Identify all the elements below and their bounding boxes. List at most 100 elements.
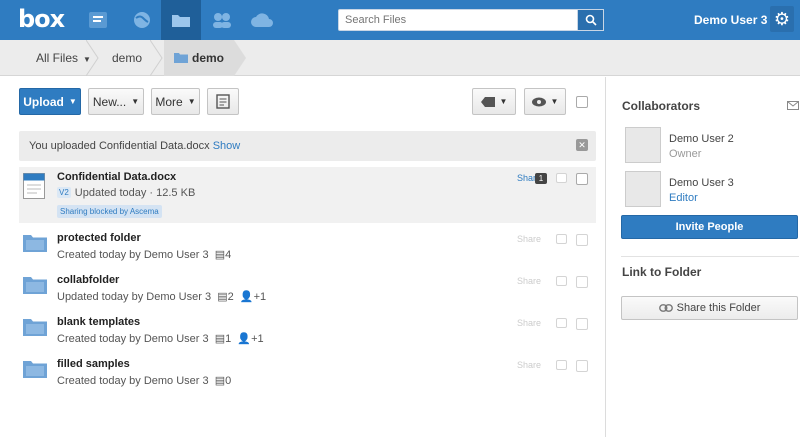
collaborators-heading: Collaborators: [622, 99, 701, 113]
list-item[interactable]: Confidential Data.docx V2 Updated today ·…: [19, 167, 596, 223]
search-input[interactable]: [338, 9, 578, 31]
row-checkbox[interactable]: [576, 318, 588, 330]
more-actions-icon[interactable]: [556, 276, 567, 286]
user-menu[interactable]: Demo User 3: [694, 13, 767, 27]
more-actions-icon[interactable]: [556, 173, 567, 183]
tag-icon: [480, 96, 495, 107]
breadcrumb-demo-current: demo: [164, 40, 234, 76]
eye-icon: [531, 97, 546, 106]
globe-icon[interactable]: [122, 0, 162, 40]
box-logo[interactable]: box: [18, 5, 65, 33]
view-options-button[interactable]: ▼: [524, 88, 566, 115]
share-link[interactable]: Share: [517, 360, 541, 370]
gear-icon[interactable]: ⚙: [770, 6, 794, 32]
chevron-down-icon: ▼: [187, 97, 196, 106]
collaborator-count: +1: [253, 291, 267, 303]
folder-meta: Created today by Demo User 3: [57, 249, 209, 261]
breadcrumb-separator: [86, 40, 99, 76]
tag-filter-button[interactable]: ▼: [472, 88, 516, 115]
version-badge[interactable]: V2: [57, 187, 71, 198]
breadcrumb-demo-parent[interactable]: demo: [112, 40, 142, 76]
folder-icon[interactable]: [161, 0, 201, 40]
collaborator-count: +1: [251, 333, 264, 345]
folder-meta: Created today by Demo User 3: [57, 375, 209, 387]
file-name[interactable]: Confidential Data.docx: [57, 171, 176, 183]
notes-button[interactable]: [207, 88, 239, 115]
folder-meta: Created today by Demo User 3: [57, 333, 209, 345]
divider: [621, 256, 799, 257]
folder-icon: [23, 235, 47, 252]
collaborator-icon: 👤: [239, 291, 254, 303]
sidebar-panel: Collaborators Demo User 2 Owner Demo Use…: [605, 77, 800, 437]
notice-show-link[interactable]: Show: [213, 140, 241, 152]
collaborator-role-dropdown[interactable]: Editor: [669, 192, 698, 204]
top-bar: box Demo User 3 ⚙: [0, 0, 800, 40]
breadcrumb-separator: [150, 40, 163, 76]
row-checkbox[interactable]: [576, 360, 588, 372]
folder-name[interactable]: protected folder: [57, 232, 141, 244]
collaborator-name: Demo User 3: [669, 177, 734, 189]
docx-file-icon: [23, 173, 45, 199]
file-count: 2: [227, 291, 234, 303]
chevron-down-icon: ▼: [131, 97, 140, 106]
share-link[interactable]: Share: [517, 276, 541, 286]
people-icon[interactable]: [202, 0, 242, 40]
list-item[interactable]: protected folder Created today by Demo U…: [19, 228, 596, 270]
folder-icon: [23, 319, 47, 336]
link-to-folder-heading: Link to Folder: [622, 265, 702, 279]
upload-notice: You uploaded Confidential Data.docx Show…: [19, 131, 596, 161]
chevron-down-icon: ▼: [499, 97, 508, 106]
folder-name[interactable]: collabfolder: [57, 274, 119, 286]
list-item[interactable]: filled samples Created today by Demo Use…: [19, 354, 596, 396]
close-icon[interactable]: ✕: [576, 139, 588, 151]
folder-icon: [23, 277, 47, 294]
breadcrumb-separator: [234, 40, 246, 76]
file-count: 4: [225, 249, 232, 261]
file-count: 0: [225, 375, 232, 387]
row-checkbox[interactable]: [576, 173, 588, 185]
more-button[interactable]: More ▼: [151, 88, 200, 115]
row-checkbox[interactable]: [576, 276, 588, 288]
row-checkbox[interactable]: [576, 234, 588, 246]
file-count-icon: ▤: [214, 375, 226, 387]
more-actions-icon[interactable]: [556, 360, 567, 370]
file-size: 12.5 KB: [156, 187, 196, 199]
updates-icon[interactable]: [78, 0, 118, 40]
avatar: [625, 171, 661, 207]
file-count-icon: ▤: [217, 291, 228, 303]
share-link[interactable]: Share: [517, 234, 541, 244]
folder-name[interactable]: filled samples: [57, 358, 130, 370]
collaborator-name: Demo User 2: [669, 133, 734, 145]
notice-text: You uploaded Confidential Data.docx: [29, 140, 210, 152]
list-item[interactable]: collabfolder Updated today by Demo User …: [19, 270, 596, 312]
search-icon: [585, 14, 597, 26]
breadcrumb-all-files[interactable]: All Files ▼: [36, 40, 91, 76]
mail-icon[interactable]: [787, 101, 799, 110]
folder-icon: [174, 53, 188, 63]
invite-people-button[interactable]: Invite People: [621, 215, 798, 239]
collaborator-role: Owner: [669, 148, 702, 160]
list-item[interactable]: blank templates Created today by Demo Us…: [19, 312, 596, 354]
sharing-blocked-badge: Sharing blocked by Ascema: [57, 205, 162, 218]
file-count: 1: [225, 333, 232, 345]
share-link[interactable]: Share: [517, 318, 541, 328]
upload-button[interactable]: Upload ▼: [19, 88, 81, 115]
comment-count-badge[interactable]: 1: [535, 173, 547, 184]
avatar: [625, 127, 661, 163]
new-button[interactable]: New... ▼: [88, 88, 144, 115]
folder-meta: Updated today by Demo User 3: [57, 291, 212, 303]
folder-icon: [23, 361, 47, 378]
collaborator-icon: 👤: [237, 333, 252, 345]
breadcrumb: All Files ▼ demo demo: [0, 40, 800, 76]
cloud-icon[interactable]: [242, 0, 282, 40]
file-updated: Updated today: [74, 187, 147, 199]
file-count-icon: ▤: [214, 333, 226, 345]
more-actions-icon[interactable]: [556, 234, 567, 244]
search-button[interactable]: [578, 9, 604, 31]
chevron-down-icon: ▼: [550, 97, 559, 106]
more-actions-icon[interactable]: [556, 318, 567, 328]
share-folder-button[interactable]: Share this Folder: [621, 296, 798, 320]
folder-name[interactable]: blank templates: [57, 316, 140, 328]
select-all-checkbox[interactable]: [576, 96, 588, 108]
chevron-down-icon: ▼: [68, 97, 77, 106]
